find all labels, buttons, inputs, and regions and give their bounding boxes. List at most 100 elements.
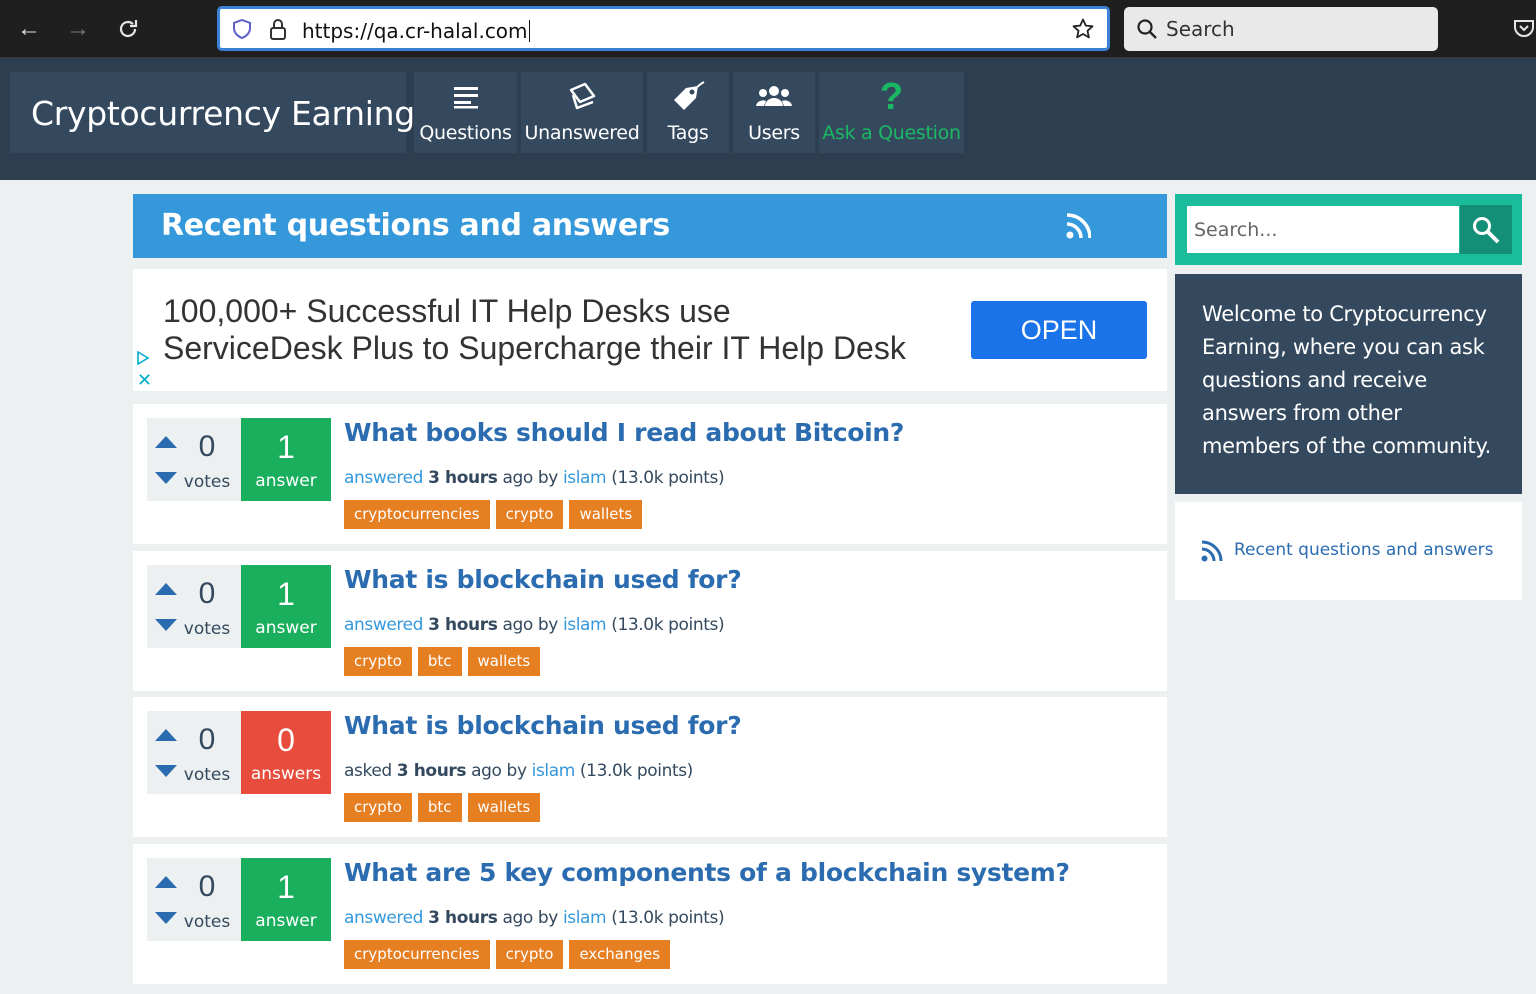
nav-tags[interactable]: Tags [647,72,729,153]
question-ago: ago by [471,761,527,781]
tag[interactable]: wallets [569,500,643,529]
shield-icon [233,19,251,39]
vote-down-icon[interactable] [155,765,177,777]
question-action[interactable]: answered [344,468,423,488]
answer-count-box: 1 answer [241,418,331,501]
url-text: https://qa.cr-halal.com [302,19,530,43]
nav-questions[interactable]: Questions [414,72,517,153]
ad-close-icon[interactable]: ✕ [137,371,152,389]
vote-label: votes [183,912,231,932]
question-item: 0 votes 1 answer What is blockchain used for… [133,551,1167,691]
nav-questions-label: Questions [419,122,512,144]
logo[interactable]: Cryptocurrency Earning [10,72,415,153]
search-icon [1137,19,1157,39]
question-item: 0 votes 1 answer What are 5 key components o… [133,844,1167,984]
advertisement[interactable]: 100,000+ Successful IT Help Desks use Se… [133,269,1167,391]
browser-search-placeholder: Search [1166,17,1235,41]
tag[interactable]: crypto [495,500,564,529]
pocket-icon[interactable] [1512,16,1536,40]
forward-arrow-icon[interactable]: → [63,14,93,44]
sidebar-search [1175,194,1522,265]
question-time: 3 hours [428,615,498,635]
question-tags: cryptocurrencies crypto wallets [344,500,643,529]
tag[interactable]: crypto [344,793,412,822]
reload-icon[interactable] [113,14,143,44]
tag[interactable]: wallets [467,647,541,676]
question-action: asked [344,761,392,781]
question-meta: answered 3 hours ago by islam (13.0k poi… [344,908,725,928]
tag[interactable]: crypto [344,647,412,676]
adchoices-icon[interactable] [136,351,150,365]
unanswered-icon [569,82,596,110]
nav-unanswered[interactable]: Unanswered [521,72,643,153]
question-time: 3 hours [428,468,498,488]
vote-down-icon[interactable] [155,472,177,484]
tag[interactable]: btc [417,647,462,676]
ad-text: 100,000+ Successful IT Help Desks use Se… [163,293,906,367]
question-item: 0 votes 1 answer What books should I read ab… [133,404,1167,544]
answer-count: 1 [277,576,295,612]
question-tags: crypto btc wallets [344,793,541,822]
answer-label: answer [255,471,317,491]
question-user-points: (13.0k points) [611,615,725,635]
vote-up-icon[interactable] [155,876,177,888]
recent-feed-link[interactable]: Recent questions and answers [1234,540,1494,560]
tag[interactable]: cryptocurrencies [344,500,490,529]
question-action[interactable]: answered [344,908,423,928]
rss-icon [1201,540,1223,562]
ad-line-1: 100,000+ Successful IT Help Desks use [163,293,731,329]
tag[interactable]: exchanges [569,940,671,969]
question-ago: ago by [502,908,558,928]
question-user-link[interactable]: islam [563,615,607,635]
tag[interactable]: btc [417,793,462,822]
question-title-link[interactable]: What is blockchain used for? [344,711,742,740]
search-input[interactable] [1186,205,1460,254]
nav-unanswered-label: Unanswered [524,122,640,144]
tag[interactable]: crypto [495,940,564,969]
users-icon [756,86,792,106]
vote-up-icon[interactable] [155,436,177,448]
vote-count: 0 [198,723,216,756]
vote-box: 0 votes [147,858,242,941]
nav-ask-question[interactable]: ? Ask a Question [819,72,964,153]
question-ago: ago by [502,468,558,488]
vote-label: votes [183,619,231,639]
question-time: 3 hours [428,908,498,928]
address-bar[interactable]: https://qa.cr-halal.com [217,6,1110,51]
nav-ask-question-label: Ask a Question [822,122,961,144]
question-item: 0 votes 0 answers What is blockchain used fo… [133,697,1167,837]
ad-open-button[interactable]: OPEN [971,301,1147,359]
browser-search-box[interactable]: Search [1124,7,1438,51]
rss-icon[interactable] [1065,212,1091,240]
ad-line-2: ServiceDesk Plus to Supercharge their IT… [163,330,906,366]
question-ago: ago by [502,615,558,635]
question-action[interactable]: answered [344,615,423,635]
question-title-link[interactable]: What is blockchain used for? [344,565,742,594]
answer-label: answer [255,618,317,638]
nav-users-label: Users [748,122,800,144]
vote-down-icon[interactable] [155,912,177,924]
vote-down-icon[interactable] [155,619,177,631]
vote-up-icon[interactable] [155,583,177,595]
tag[interactable]: cryptocurrencies [344,940,490,969]
site-logo-link[interactable]: Cryptocurrency Earning [31,94,415,133]
tag[interactable]: wallets [467,793,541,822]
question-user-points: (13.0k points) [611,908,725,928]
question-user-points: (13.0k points) [611,468,725,488]
welcome-box: Welcome to Cryptocurrency Earning, where… [1175,274,1522,494]
vote-up-icon[interactable] [155,729,177,741]
search-button[interactable] [1460,205,1512,254]
browser-toolbar: ← → https://qa.cr-halal.com Search [0,0,1536,58]
back-arrow-icon[interactable]: ← [14,14,44,44]
question-title-link[interactable]: What are 5 key components of a blockchai… [344,858,1070,887]
question-user-link[interactable]: islam [532,761,576,781]
nav-users[interactable]: Users [733,72,815,153]
vote-box: 0 votes [147,418,242,501]
question-title-link[interactable]: What books should I read about Bitcoin? [344,418,904,447]
bookmark-star-icon[interactable] [1071,17,1095,41]
question-user-link[interactable]: islam [563,908,607,928]
question-mark-icon: ? [879,75,904,118]
answer-count-box: 1 answer [241,858,331,941]
question-user-link[interactable]: islam [563,468,607,488]
welcome-text: Welcome to Cryptocurrency Earning, where… [1202,302,1491,458]
